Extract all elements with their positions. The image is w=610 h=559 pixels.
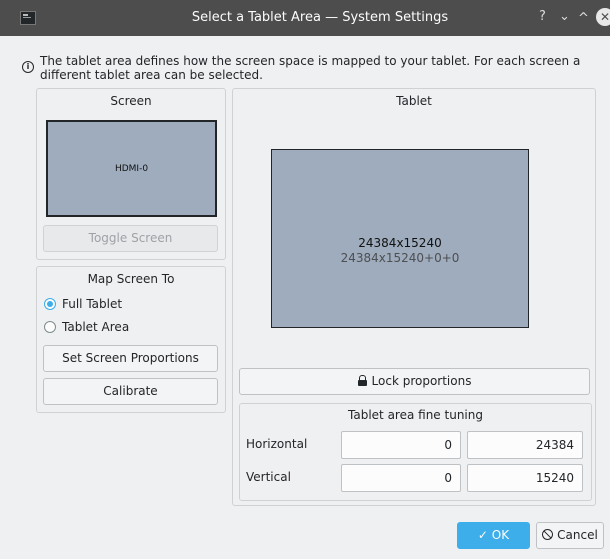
screen-panel-title: Screen xyxy=(110,94,152,108)
minimize-icon[interactable]: ⌄ xyxy=(559,9,570,24)
dialog-window: Select a Tablet Area — System Settings ?… xyxy=(0,0,610,559)
check-icon: ✓ xyxy=(477,528,488,542)
info-text: The tablet area defines how the screen s… xyxy=(40,54,581,82)
calibrate-button[interactable]: Calibrate xyxy=(43,378,218,405)
tablet-area-option[interactable]: Tablet Area xyxy=(44,320,129,334)
maximize-icon[interactable]: ^ xyxy=(578,11,589,26)
screen-panel: Screen HDMI-0 Toggle Screen xyxy=(36,88,226,260)
tablet-area-label: Tablet Area xyxy=(62,320,130,334)
horizontal-start-field[interactable]: 0 xyxy=(341,431,461,459)
tablet-area-radio[interactable] xyxy=(44,321,56,333)
map-screen-panel: Map Screen To Full Tablet Tablet Area Se… xyxy=(36,266,226,413)
cancel-button[interactable]: Cancel xyxy=(536,522,604,549)
close-icon[interactable]: ✕ xyxy=(596,8,610,26)
tablet-area-preview[interactable]: 24384x15240 24384x15240+0+0 xyxy=(271,149,529,328)
full-tablet-label: Full Tablet xyxy=(62,297,123,311)
toggle-screen-button[interactable]: Toggle Screen xyxy=(43,225,218,252)
tablet-size-text: 24384x15240 xyxy=(358,236,442,250)
lock-proportions-label: Lock proportions xyxy=(371,374,472,388)
ok-label: OK xyxy=(491,528,510,542)
help-icon[interactable]: ? xyxy=(539,9,546,24)
full-tablet-radio[interactable] xyxy=(44,298,56,310)
tablet-geometry-text: 24384x15240+0+0 xyxy=(340,251,460,265)
lock-proportions-button[interactable]: Lock proportions xyxy=(239,368,590,395)
map-screen-title: Map Screen To xyxy=(87,272,175,286)
lock-icon xyxy=(357,375,367,386)
titlebar: Select a Tablet Area — System Settings ?… xyxy=(0,0,610,36)
vertical-start-field[interactable]: 0 xyxy=(341,464,461,492)
tablet-panel-title: Tablet xyxy=(396,94,432,108)
screen-preview: HDMI-0 xyxy=(46,120,217,217)
cancel-icon xyxy=(542,529,554,540)
ok-button[interactable]: ✓ OK xyxy=(457,522,530,549)
cancel-label: Cancel xyxy=(557,528,598,542)
horizontal-label: Horizontal xyxy=(246,437,308,451)
info-icon: i xyxy=(22,61,34,73)
full-tablet-option[interactable]: Full Tablet xyxy=(44,297,122,311)
horizontal-end-field[interactable]: 24384 xyxy=(467,431,583,459)
window-title: Select a Tablet Area — System Settings xyxy=(191,10,449,25)
vertical-end-field[interactable]: 15240 xyxy=(467,464,583,492)
fine-tuning-title: Tablet area fine tuning xyxy=(348,408,483,422)
vertical-label: Vertical xyxy=(246,470,291,484)
screen-name: HDMI-0 xyxy=(114,163,149,174)
window-menu-icon[interactable] xyxy=(20,11,36,25)
set-screen-proportions-button[interactable]: Set Screen Proportions xyxy=(43,345,218,372)
